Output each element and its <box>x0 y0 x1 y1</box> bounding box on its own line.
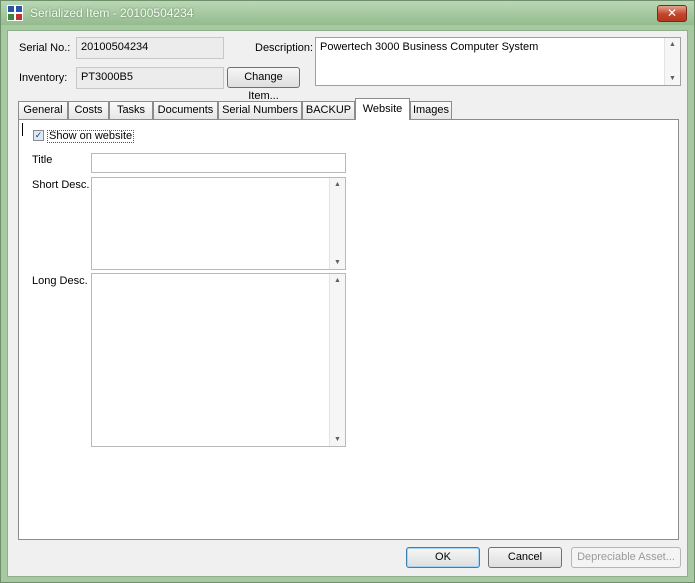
show-on-website-checkbox[interactable]: ✓ <box>33 130 44 141</box>
cancel-button[interactable]: Cancel <box>488 547 562 568</box>
description-scrollbar[interactable]: ▲ ▼ <box>664 38 680 85</box>
tab-backup[interactable]: BACKUP <box>302 101 355 119</box>
short-desc-textarea[interactable]: ▲ ▼ <box>91 177 346 270</box>
description-field[interactable]: Powertech 3000 Business Computer System … <box>315 37 681 86</box>
long-desc-scrollbar[interactable]: ▲ ▼ <box>329 274 345 446</box>
change-item-label: Change Item... <box>244 71 283 102</box>
title-input[interactable] <box>91 153 346 173</box>
tab-costs[interactable]: Costs <box>68 101 109 119</box>
dialog-window: Serialized Item - 20100504234 ✕ Serial N… <box>0 0 695 583</box>
tab-tasks[interactable]: Tasks <box>109 101 153 119</box>
serial-number-field: 20100504234 <box>76 37 224 59</box>
window-title: Serialized Item - 20100504234 <box>30 6 194 20</box>
depreciable-asset-label: Depreciable Asset... <box>577 551 675 563</box>
description-label: Description: <box>255 42 314 54</box>
tab-tasks-label: Tasks <box>116 104 146 116</box>
show-on-website-label[interactable]: Show on website <box>47 130 135 143</box>
tab-images-label: Images <box>412 104 450 116</box>
website-tab-panel: ✓ Show on website Title Short Desc. ▲ ▼ … <box>18 119 679 540</box>
scroll-up-icon[interactable]: ▲ <box>334 181 341 188</box>
scroll-down-icon[interactable]: ▼ <box>334 436 341 443</box>
inventory-label: Inventory: <box>19 72 68 84</box>
inventory-field: PT3000B5 <box>76 67 224 89</box>
short-desc-label: Short Desc. <box>32 179 90 191</box>
serial-number-label: Serial No.: <box>19 42 71 54</box>
tab-serial-numbers-label: Serial Numbers <box>222 104 298 116</box>
cancel-label: Cancel <box>507 551 543 563</box>
tab-costs-label: Costs <box>74 104 103 116</box>
inventory-value: PT3000B5 <box>81 71 133 83</box>
long-desc-textarea[interactable]: ▲ ▼ <box>91 273 346 447</box>
tab-general[interactable]: General <box>18 101 68 119</box>
tab-backup-label: BACKUP <box>305 104 352 116</box>
tab-documents[interactable]: Documents <box>153 101 218 119</box>
long-desc-label: Long Desc. <box>32 275 88 287</box>
ok-label: OK <box>435 551 451 563</box>
scroll-up-icon[interactable]: ▲ <box>334 277 341 284</box>
tab-website-label: Website <box>362 103 403 115</box>
scroll-down-icon[interactable]: ▼ <box>669 75 676 82</box>
description-value: Powertech 3000 Business Computer System <box>320 41 539 53</box>
check-icon: ✓ <box>34 130 43 140</box>
app-icon <box>7 5 23 21</box>
close-icon: ✕ <box>666 6 678 20</box>
scroll-up-icon[interactable]: ▲ <box>669 41 676 48</box>
tab-website[interactable]: Website <box>355 98 410 120</box>
tab-serial-numbers[interactable]: Serial Numbers <box>218 101 302 119</box>
dialog-client-area: Serial No.: 20100504234 Inventory: PT300… <box>7 30 688 577</box>
title-bar[interactable]: Serialized Item - 20100504234 ✕ <box>1 1 694 25</box>
tab-general-label: General <box>23 104 63 116</box>
serial-number-value: 20100504234 <box>81 41 149 53</box>
short-desc-scrollbar[interactable]: ▲ ▼ <box>329 178 345 269</box>
title-label: Title <box>32 154 53 166</box>
tab-documents-label: Documents <box>157 104 214 116</box>
focus-caret <box>22 123 23 136</box>
scroll-down-icon[interactable]: ▼ <box>334 259 341 266</box>
depreciable-asset-button[interactable]: Depreciable Asset... <box>571 547 681 568</box>
tab-images[interactable]: Images <box>410 101 452 119</box>
change-item-button[interactable]: Change Item... <box>227 67 300 102</box>
close-button[interactable]: ✕ <box>657 5 687 22</box>
ok-button[interactable]: OK <box>406 547 480 568</box>
